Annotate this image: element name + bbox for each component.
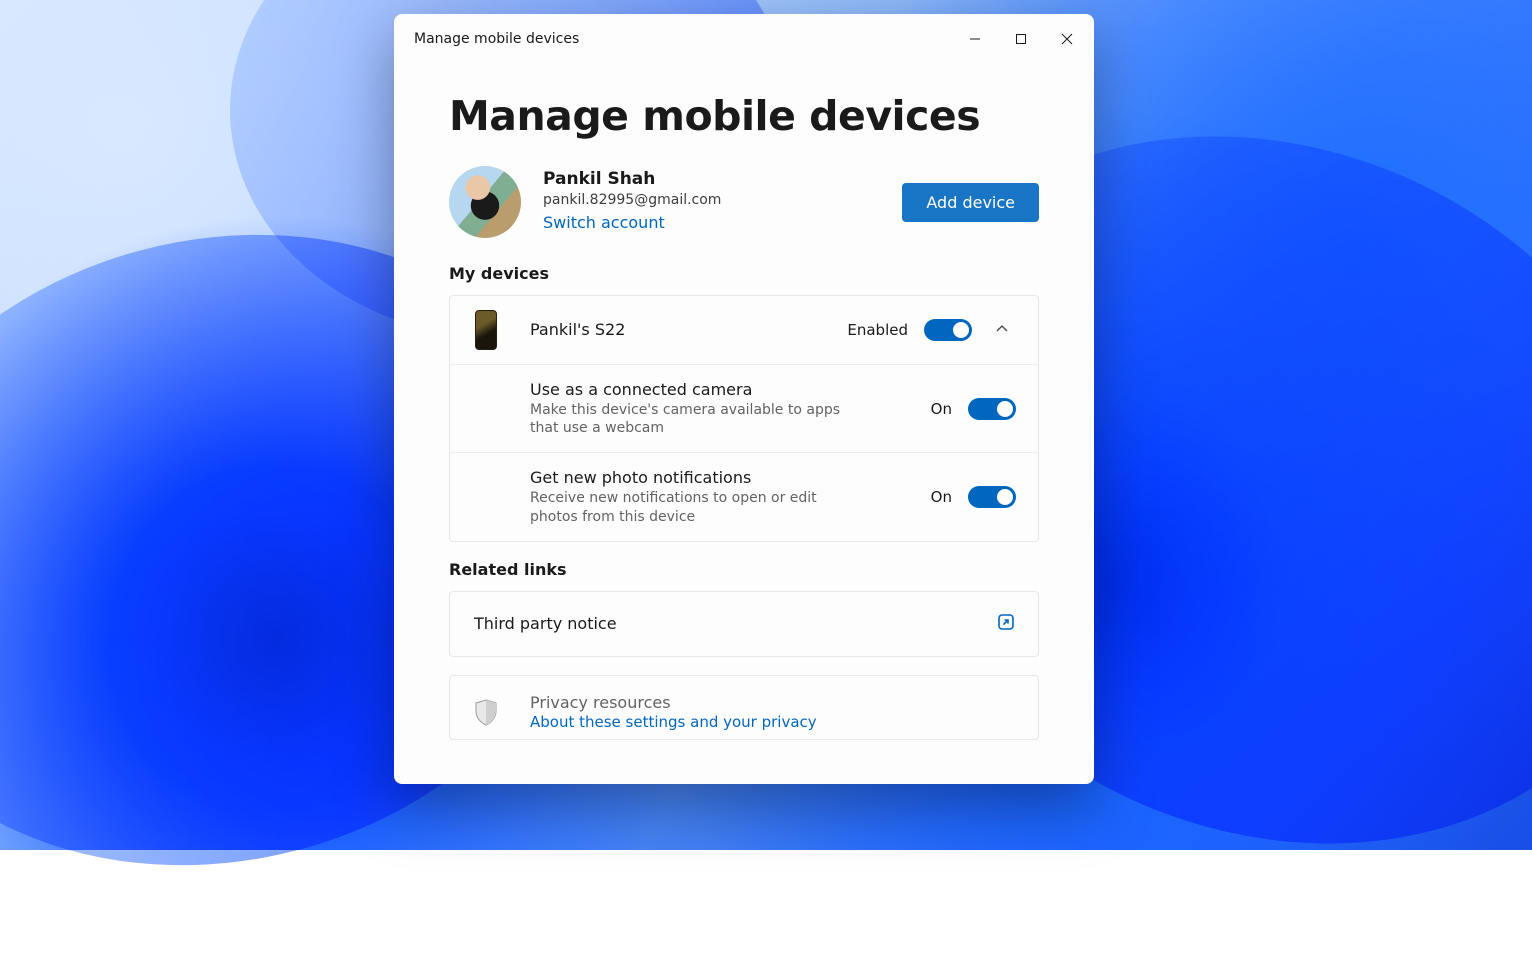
privacy-card[interactable]: Privacy resources About these settings a… [449, 675, 1039, 741]
device-enabled-label: Enabled [847, 321, 908, 339]
collapse-button[interactable] [988, 321, 1016, 340]
chevron-up-icon [995, 322, 1009, 336]
account-email: pankil.82995@gmail.com [543, 190, 721, 210]
privacy-title: Privacy resources [530, 692, 817, 714]
content-area: Manage mobile devices Pankil Shah pankil… [394, 64, 1094, 784]
close-button[interactable] [1044, 22, 1090, 56]
related-links-heading: Related links [449, 560, 1039, 579]
device-name: Pankil's S22 [530, 319, 625, 341]
camera-setting-row: Use as a connected camera Make this devi… [450, 364, 1038, 452]
close-icon [1061, 33, 1073, 45]
photo-notif-title: Get new photo notifications [530, 467, 840, 489]
camera-setting-title: Use as a connected camera [530, 379, 840, 401]
camera-state-label: On [931, 400, 952, 418]
privacy-link[interactable]: About these settings and your privacy [530, 713, 817, 731]
manage-devices-window: Manage mobile devices Manage mobile devi… [394, 14, 1094, 784]
photo-notif-state-label: On [931, 488, 952, 506]
camera-toggle[interactable] [968, 398, 1016, 420]
minimize-button[interactable] [952, 22, 998, 56]
add-device-button[interactable]: Add device [902, 183, 1039, 222]
device-enabled-toggle[interactable] [924, 319, 972, 341]
device-header-row[interactable]: Pankil's S22 Enabled [450, 296, 1038, 364]
photo-notif-desc: Receive new notifications to open or edi… [530, 489, 840, 527]
photo-notif-toggle[interactable] [968, 486, 1016, 508]
account-row: Pankil Shah pankil.82995@gmail.com Switc… [449, 166, 1039, 238]
minimize-icon [969, 33, 981, 45]
phone-icon [474, 310, 498, 350]
account-text: Pankil Shah pankil.82995@gmail.com Switc… [543, 169, 721, 235]
device-card: Pankil's S22 Enabled Use as a connected … [449, 295, 1039, 542]
avatar [449, 166, 521, 238]
titlebar: Manage mobile devices [394, 14, 1094, 64]
third-party-notice-link: Third party notice [474, 613, 617, 635]
maximize-icon [1015, 33, 1027, 45]
camera-setting-desc: Make this device's camera available to a… [530, 401, 840, 439]
shield-icon [474, 698, 498, 726]
maximize-button[interactable] [998, 22, 1044, 56]
third-party-card[interactable]: Third party notice [449, 591, 1039, 657]
page-title: Manage mobile devices [449, 92, 1039, 140]
external-link-icon [996, 612, 1016, 636]
window-title: Manage mobile devices [414, 31, 579, 47]
account-name: Pankil Shah [543, 169, 721, 190]
my-devices-heading: My devices [449, 264, 1039, 283]
photo-notif-row: Get new photo notifications Receive new … [450, 452, 1038, 540]
switch-account-link[interactable]: Switch account [543, 211, 721, 235]
